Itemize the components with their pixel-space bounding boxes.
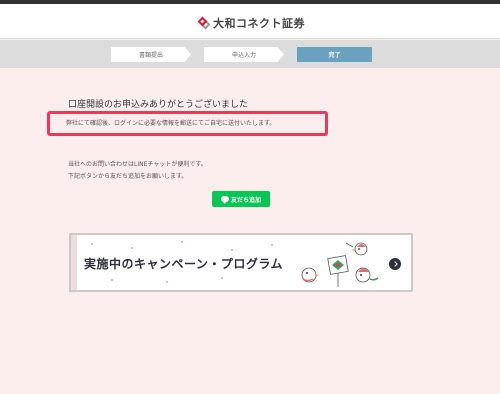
line-info-text-1: 当社へのお問い合わせはLINEチャットが便利です。 [68, 161, 207, 168]
step-document-submission: 書類提出 [111, 47, 191, 62]
line-button-label: 友だち追加 [230, 196, 261, 204]
notice-text: 弊社にて確認後、ログインに必要な情報を郵送にてご自宅に送付いたします。 [66, 120, 276, 127]
banner-dot [131, 247, 133, 249]
logo-mark-icon [197, 16, 211, 30]
banner-dot [111, 279, 113, 281]
page-heading: 口座開設のお申込みありがとうございました [68, 100, 249, 110]
site-header: 大和コネクト証券 [0, 4, 500, 39]
banner-accent [71, 235, 77, 290]
banner-dot [91, 243, 93, 245]
step-complete: 完了 [297, 47, 372, 62]
banner-dot [181, 241, 183, 243]
step-application-input: 申込入力 [204, 47, 284, 62]
progress-steps: 書類提出 申込入力 完了 [0, 40, 500, 68]
banner-dot [271, 244, 273, 246]
birds-illustration [301, 242, 379, 287]
line-add-friend-button[interactable]: 友だち追加 [212, 191, 270, 207]
banner-dot [166, 281, 168, 283]
chevron-right-icon[interactable] [389, 258, 401, 270]
brand-logo[interactable]: 大和コネクト証券 [197, 15, 305, 31]
line-chat-icon [220, 196, 229, 204]
campaign-banner[interactable]: 実施中のキャンペーン・プログラム [69, 233, 413, 292]
banner-title: 実施中のキャンペーン・プログラム [84, 257, 284, 271]
banner-dot [231, 249, 233, 251]
banner-dot [221, 277, 223, 279]
line-info-text-2: 下記ボタンから友だち追加をお願いします。 [68, 173, 188, 180]
logo-text: 大和コネクト証券 [213, 17, 305, 30]
